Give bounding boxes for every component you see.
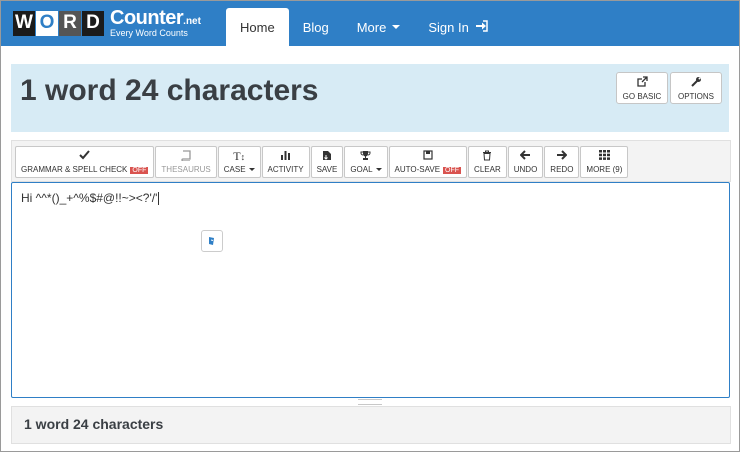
text-editor[interactable]: Hi ^^*()_+^%$#@!!~><?'/' [11, 182, 730, 398]
grid-icon [598, 150, 610, 163]
toolbar-buttons: GRAMMAR & SPELL CHECK OFF THESAURUS T↕ CA… [15, 146, 629, 178]
trophy-icon [360, 150, 371, 163]
save-file-icon [322, 150, 332, 163]
floppy-icon [423, 150, 433, 163]
wrench-icon [690, 76, 702, 90]
page-frame: W O R D Counter.net Every Word Counts Ho… [0, 0, 740, 452]
nav-sign-in-label: Sign In [428, 19, 469, 35]
page-title: 1 word 24 characters [20, 74, 319, 107]
logo-net: .net [183, 16, 201, 27]
grammarly-icon[interactable] [201, 230, 223, 252]
bar-chart-icon [280, 150, 291, 163]
logo-main: Counter [110, 7, 184, 29]
logo-letter-r: R [59, 10, 81, 36]
thesaurus-button[interactable]: THESAURUS [155, 146, 217, 178]
goal-label: GOAL [350, 165, 373, 174]
auto-save-label: AUTO-SAVE [394, 165, 441, 174]
goal-caret-icon [375, 168, 382, 172]
nav-blog[interactable]: Blog [289, 8, 343, 46]
text-cursor [158, 192, 160, 206]
book-icon [181, 150, 191, 163]
editor-toolbar: GRAMMAR & SPELL CHECK OFF THESAURUS T↕ CA… [11, 140, 731, 182]
nav-home[interactable]: Home [226, 8, 289, 46]
external-link-icon [636, 75, 648, 90]
grammar-off-badge: OFF [130, 167, 149, 174]
resize-handle[interactable] [358, 399, 382, 405]
check-icon [79, 150, 90, 163]
more-tools-button[interactable]: MORE (9) [580, 146, 629, 178]
thesaurus-label: THESAURUS [161, 165, 211, 174]
auto-save-off-badge: OFF [443, 167, 462, 174]
activity-label: ACTIVITY [267, 165, 304, 174]
logo-letter-w: W [13, 10, 35, 36]
auto-save-button[interactable]: AUTO-SAVE OFF [388, 146, 468, 178]
count-footer: 1 word 24 characters [11, 406, 731, 444]
go-basic-label: GO BASIC [622, 91, 662, 101]
top-navbar: W O R D Counter.net Every Word Counts Ho… [1, 1, 739, 46]
arrow-right-icon [556, 150, 568, 163]
text-case-icon: T↕ [233, 149, 246, 163]
nav-blog-label: Blog [302, 19, 329, 35]
goal-button[interactable]: GOAL [344, 146, 388, 178]
trash-icon [482, 150, 492, 163]
activity-button[interactable]: ACTIVITY [261, 146, 310, 178]
nav-more-label: More [356, 19, 387, 35]
editor-text: Hi ^^*()_+^%$#@!!~><?'/' [21, 191, 158, 205]
arrow-left-icon [519, 150, 531, 163]
site-logo[interactable]: W O R D Counter.net Every Word Counts [13, 7, 201, 39]
count-header-panel: 1 word 24 characters GO BASIC OPTIONS [11, 64, 729, 132]
more-tools-label: MORE (9) [586, 165, 623, 174]
nav-links: Home Blog More Sign In [226, 8, 502, 46]
logo-wordmark: Counter.net Every Word Counts [110, 8, 201, 38]
editor-content[interactable]: Hi ^^*()_+^%$#@!!~><?'/' [21, 191, 160, 206]
go-basic-button[interactable]: GO BASIC [616, 72, 668, 104]
undo-button[interactable]: UNDO [507, 146, 544, 178]
case-label: CASE [223, 165, 246, 174]
header-buttons: GO BASIC OPTIONS [614, 72, 722, 104]
redo-button[interactable]: REDO [544, 146, 580, 178]
save-label: SAVE [316, 165, 338, 174]
undo-label: UNDO [513, 165, 538, 174]
redo-label: REDO [550, 165, 574, 174]
logo-letter-o: O [36, 10, 58, 36]
options-button[interactable]: OPTIONS [670, 72, 722, 104]
grammar-check-button[interactable]: GRAMMAR & SPELL CHECK OFF [15, 146, 155, 178]
sign-in-icon [475, 19, 488, 35]
logo-letter-d: D [82, 10, 104, 36]
save-button[interactable]: SAVE [310, 146, 344, 178]
nav-more[interactable]: More [343, 8, 415, 46]
nav-home-label: Home [240, 19, 275, 35]
case-button[interactable]: T↕ CASE [217, 146, 261, 178]
caret-down-icon [392, 25, 401, 29]
nav-sign-in[interactable]: Sign In [414, 8, 501, 46]
clear-label: CLEAR [474, 165, 501, 174]
footer-summary: 1 word 24 characters [24, 416, 164, 432]
grammar-check-label: GRAMMAR & SPELL CHECK [21, 165, 128, 174]
logo-tagline: Every Word Counts [110, 28, 188, 38]
options-label: OPTIONS [677, 91, 714, 101]
case-caret-icon [248, 168, 255, 172]
clear-button[interactable]: CLEAR [468, 146, 507, 178]
